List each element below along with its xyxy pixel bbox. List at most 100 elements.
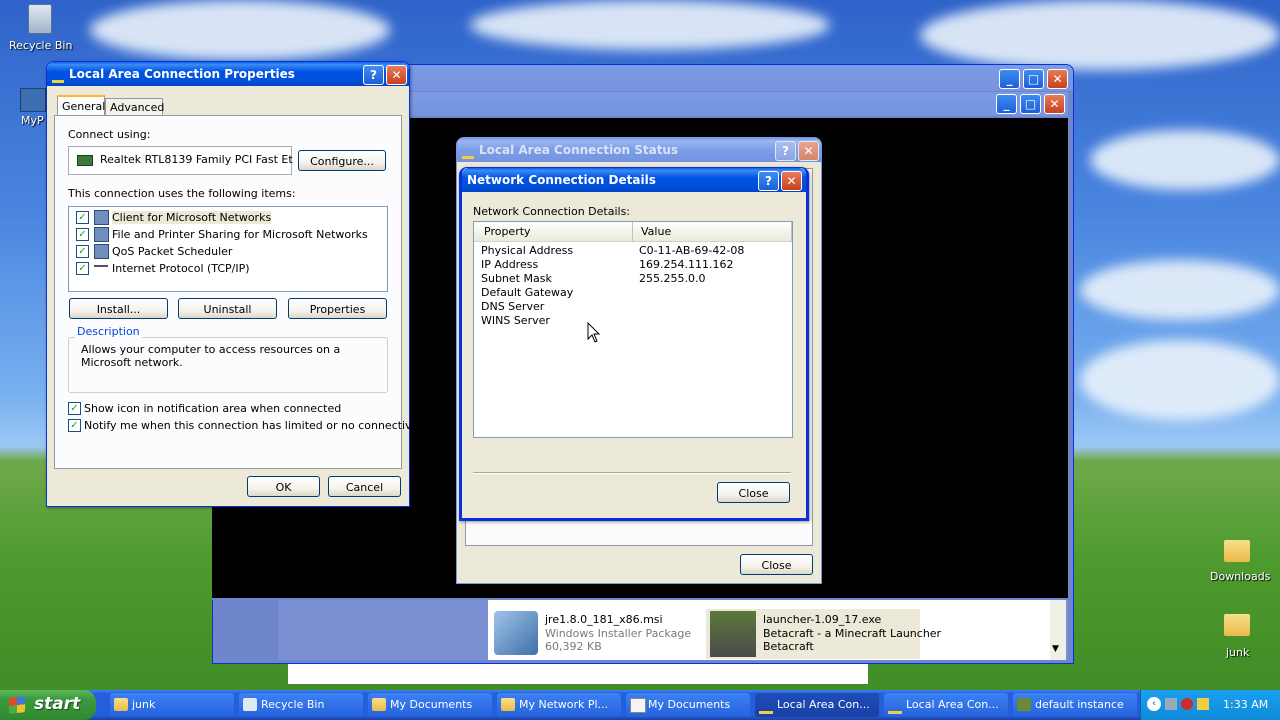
column-header-value[interactable]: Value	[633, 222, 792, 241]
tab-advanced[interactable]: Advanced	[105, 98, 164, 116]
folder-icon	[1224, 540, 1250, 562]
column-header-property[interactable]: Property	[474, 222, 633, 241]
configure-button[interactable]: Configure...	[298, 150, 386, 171]
desktop-icon-downloads[interactable]: Downloads	[1206, 536, 1270, 586]
notify-label: Notify me when this connection has limit…	[84, 419, 426, 432]
show-icon-checkbox[interactable]: ✓	[68, 402, 81, 415]
security-alert-icon[interactable]	[1181, 698, 1193, 710]
network-connection-details-window[interactable]: Network Connection Details ? ✕ Network C…	[459, 167, 809, 521]
minecraft-block-icon	[1017, 698, 1031, 711]
maximize-button[interactable]: □	[1023, 69, 1044, 89]
desktop-icon-label: MyP	[21, 114, 44, 127]
items-label: This connection uses the following items…	[68, 187, 296, 200]
desktop-icon-junk[interactable]: junk	[1206, 612, 1270, 662]
file-type: Windows Installer Package	[545, 627, 692, 640]
taskbar-button[interactable]: default instance	[1013, 693, 1137, 717]
file-item-launcher[interactable]: launcher-1.09_17.exe Betacraft - a Minec…	[706, 609, 941, 659]
recycle-bin-icon	[243, 698, 257, 711]
close-button[interactable]: ✕	[781, 171, 802, 191]
list-item[interactable]: ✓ File and Printer Sharing for Microsoft…	[69, 226, 387, 243]
adapter-field: Realtek RTL8139 Family PCI Fast Et	[68, 146, 293, 175]
desktop-icon-label: Downloads	[1210, 570, 1271, 583]
help-button[interactable]: ?	[775, 141, 796, 161]
file-size: 60,392 KB	[545, 640, 602, 653]
folder-icon	[114, 698, 128, 711]
desktop-icon-label: Recycle Bin	[9, 39, 73, 52]
qos-icon	[94, 244, 109, 259]
checkbox[interactable]: ✓	[76, 245, 89, 258]
warning-icon[interactable]	[1197, 698, 1209, 710]
file-company: Betacraft	[763, 640, 814, 653]
properties-button[interactable]: Properties	[288, 298, 387, 319]
details-list[interactable]: Property Value Physical Address C0-11-AB…	[473, 221, 793, 438]
components-list[interactable]: ✓ Client for Microsoft Networks ✓ File a…	[68, 206, 388, 292]
taskbar-button[interactable]: Local Area Con...	[755, 693, 879, 717]
close-button[interactable]: ✕	[386, 65, 407, 85]
table-row[interactable]: IP Address 169.254.111.162	[474, 258, 792, 272]
clock: 1:33 AM	[1223, 698, 1269, 711]
horizontal-scroll-strip	[288, 664, 868, 684]
lac-properties-window[interactable]: Local Area Connection Properties ? ✕ Gen…	[46, 61, 426, 507]
taskbar-button[interactable]: Recycle Bin	[239, 693, 363, 717]
tab-general[interactable]: General	[57, 95, 105, 117]
list-item[interactable]: ✓ QoS Packet Scheduler	[69, 243, 387, 260]
table-row[interactable]: WINS Server	[474, 314, 792, 328]
file-sharing-icon	[94, 227, 109, 242]
betacraft-logo-icon	[710, 611, 756, 657]
checkbox[interactable]: ✓	[76, 262, 89, 275]
system-tray: ‹ 1:33 AM	[1140, 690, 1280, 720]
scrollbar[interactable]: ▼	[1050, 600, 1066, 660]
list-item[interactable]: ✓ Internet Protocol (TCP/IP)	[69, 260, 387, 277]
table-row[interactable]: DNS Server	[474, 300, 792, 314]
taskbar-button[interactable]: My Network Pl...	[497, 693, 621, 717]
protocol-icon	[94, 265, 108, 271]
installer-package-icon	[494, 611, 538, 655]
desktop-icon-my-pc[interactable]: MyP	[18, 86, 48, 128]
uninstall-button[interactable]: Uninstall	[178, 298, 277, 319]
install-button[interactable]: Install...	[69, 298, 168, 319]
ok-button[interactable]: OK	[247, 476, 320, 497]
scroll-down-arrow-icon[interactable]: ▼	[1052, 644, 1059, 654]
network-connection-icon	[888, 698, 902, 714]
help-button[interactable]: ?	[758, 171, 779, 191]
window-title: Local Area Connection Status	[479, 143, 679, 157]
file-type: Betacraft - a Minecraft Launcher	[763, 627, 942, 640]
minimize-button[interactable]: _	[996, 94, 1017, 114]
taskbar-button[interactable]: My Documents	[368, 693, 492, 717]
status-close-button[interactable]: Close	[740, 554, 813, 575]
network-tray-icon[interactable]	[1165, 698, 1177, 710]
network-connection-icon	[462, 144, 474, 159]
connect-using-label: Connect using:	[68, 128, 151, 141]
taskbar-button[interactable]: Local Area Con...	[884, 693, 1008, 717]
description-text: Allows your computer to access resources…	[81, 343, 341, 369]
taskbar-button[interactable]: junk	[110, 693, 234, 717]
minimize-button[interactable]: _	[999, 69, 1020, 89]
start-button[interactable]: start	[0, 690, 96, 720]
file-item-jre[interactable]: jre1.8.0_181_x86.msi Windows Installer P…	[492, 609, 692, 659]
documents-icon	[630, 698, 646, 713]
table-row[interactable]: Physical Address C0-11-AB-69-42-08	[474, 244, 792, 258]
checkbox[interactable]: ✓	[76, 228, 89, 241]
help-button[interactable]: ?	[363, 65, 384, 85]
list-item[interactable]: ✓ Client for Microsoft Networks	[69, 209, 387, 226]
close-button[interactable]: ✕	[1047, 69, 1068, 89]
folder-icon	[1224, 614, 1250, 636]
close-button[interactable]: ✕	[798, 141, 819, 161]
details-close-button[interactable]: Close	[717, 482, 790, 503]
recycle-bin-icon	[28, 4, 52, 34]
table-row[interactable]: Subnet Mask 255.255.0.0	[474, 272, 792, 286]
folder-icon	[501, 698, 515, 711]
tray-expand-icon[interactable]: ‹	[1147, 697, 1161, 711]
desktop-icon-recycle-bin[interactable]: Recycle Bin	[6, 2, 73, 54]
cancel-button[interactable]: Cancel	[328, 476, 401, 497]
notify-checkbox[interactable]: ✓	[68, 419, 81, 432]
separator	[473, 472, 791, 474]
table-row[interactable]: Default Gateway	[474, 286, 792, 300]
desktop-icon-label: junk	[1226, 646, 1250, 659]
maximize-button[interactable]: □	[1020, 94, 1041, 114]
taskbar-button[interactable]: My Documents	[626, 693, 750, 717]
close-button[interactable]: ✕	[1044, 94, 1065, 114]
network-card-icon	[77, 155, 93, 166]
file-name: launcher-1.09_17.exe	[763, 613, 882, 626]
checkbox[interactable]: ✓	[76, 211, 89, 224]
